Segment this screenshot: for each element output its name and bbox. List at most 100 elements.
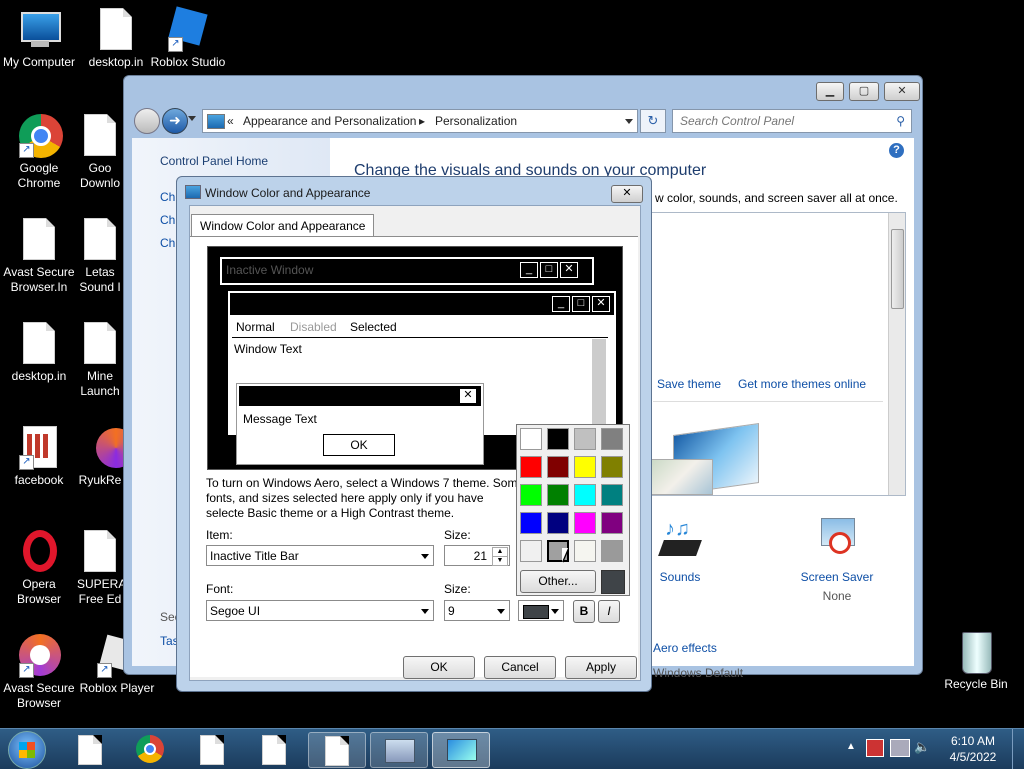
desktop-icon-avast-secure-browser[interactable]: ↗ Avast Secure Browser — [0, 634, 78, 711]
taskbar-file-icon[interactable] — [62, 732, 118, 766]
show-hidden-icons[interactable]: ▲ — [846, 741, 856, 752]
color-swatch[interactable] — [601, 428, 623, 450]
color-swatch[interactable] — [601, 456, 623, 478]
breadcrumb-personalization[interactable]: Personalization — [435, 110, 517, 132]
desktop-icon-letas-sound[interactable]: Letas Sound I — [77, 218, 123, 295]
aero-effects-link[interactable]: Aero effects — [653, 641, 717, 655]
color-swatch[interactable] — [520, 428, 542, 450]
scroll-thumb[interactable] — [891, 229, 904, 309]
preview-menu-selected: Selected — [350, 320, 397, 334]
action-center-icon[interactable] — [866, 739, 884, 757]
desktop-icon-minecraft-launcher[interactable]: Mine Launch — [77, 322, 123, 399]
bold-button[interactable]: B — [573, 600, 595, 623]
volume-icon[interactable]: 🔈 — [914, 739, 930, 755]
clock[interactable]: 6:10 AM 4/5/2022 — [940, 733, 1006, 765]
color-swatch[interactable] — [520, 540, 542, 562]
desktop-icon-avast-secure-browser-in[interactable]: Avast Secure Browser.In — [0, 218, 78, 295]
color-swatch[interactable] — [574, 484, 596, 506]
tab-window-color[interactable]: Window Color and Appearance — [191, 214, 375, 237]
forward-button[interactable]: ➜ — [162, 108, 188, 134]
desktop-icon-ryukre[interactable]: RyukRe — [77, 426, 123, 488]
taskbar-control-panel-icon[interactable] — [370, 732, 428, 768]
desktop-icon-desktop-ini[interactable]: desktop.in — [77, 8, 155, 70]
left-link-3[interactable]: Ch — [160, 236, 175, 250]
maximize-button[interactable]: ▢ — [849, 82, 879, 101]
font-size-select[interactable]: 9 — [444, 600, 510, 621]
search-input[interactable]: Search Control Panel ⚲ — [672, 109, 912, 133]
desktop-icon-label: RyukRe — [78, 473, 122, 487]
desktop-icon-google-chrome[interactable]: ↗ Google Chrome — [0, 114, 78, 191]
control-panel-home-link[interactable]: Control Panel Home — [160, 154, 268, 168]
show-desktop-button[interactable] — [1012, 729, 1024, 769]
color-swatch[interactable] — [601, 540, 623, 562]
taskbar-file-icon-3[interactable] — [246, 732, 302, 766]
save-theme-link[interactable]: Save theme — [657, 377, 721, 391]
taskbar-file-icon-2[interactable] — [184, 732, 240, 766]
back-button[interactable] — [134, 108, 160, 134]
color-swatch[interactable] — [547, 456, 569, 478]
apply-button[interactable]: Apply — [565, 656, 637, 679]
preview-window-text: Window Text — [234, 342, 302, 356]
color-swatch[interactable] — [547, 428, 569, 450]
taskbar-personalization-icon[interactable] — [432, 732, 490, 768]
file-icon — [23, 218, 55, 260]
minimize-button[interactable]: ▁ — [816, 82, 844, 101]
other-color-button[interactable]: Other... — [520, 570, 596, 593]
avast-icon — [78, 426, 123, 470]
item-select[interactable]: Inactive Title Bar — [206, 545, 434, 566]
color-palette-popup: Other... — [516, 424, 630, 596]
close-button[interactable]: ✕ — [884, 82, 920, 101]
color-swatch[interactable] — [547, 512, 569, 534]
stepper-down-icon[interactable]: ▼ — [492, 556, 508, 566]
color-swatch[interactable] — [520, 484, 542, 506]
sounds-setting[interactable]: ♪♫ Sounds — [650, 518, 710, 628]
refresh-button[interactable]: ↻ — [640, 109, 666, 133]
italic-button[interactable]: I — [598, 600, 620, 623]
color-swatch[interactable] — [574, 456, 596, 478]
dialog-close-button[interactable]: ✕ — [611, 185, 643, 203]
screen-saver-setting[interactable]: Screen Saver None — [792, 518, 882, 628]
left-link-1[interactable]: Ch — [160, 190, 175, 204]
desktop-icon-desktop-ini-2[interactable]: desktop.in — [0, 322, 78, 384]
taskbar-chrome-icon[interactable] — [122, 732, 178, 766]
desktop-icon-facebook[interactable]: ↗ facebook — [0, 426, 78, 488]
left-link-2[interactable]: Ch — [160, 213, 175, 227]
color-swatch[interactable] — [520, 512, 542, 534]
desktop-icon-label: desktop.in — [11, 369, 67, 383]
network-icon[interactable] — [890, 739, 910, 757]
recent-pages-dropdown[interactable] — [188, 116, 196, 121]
desktop-icon-label: Avast Secure Browser — [3, 681, 75, 710]
color-swatch[interactable] — [574, 428, 596, 450]
font-select[interactable]: Segoe UI — [206, 600, 434, 621]
cancel-button[interactable]: Cancel — [484, 656, 556, 679]
themes-scrollbar[interactable] — [888, 213, 905, 495]
color-swatch[interactable] — [601, 484, 623, 506]
desktop-icon-google-download[interactable]: Goo Downlo — [77, 114, 123, 191]
address-dropdown[interactable] — [625, 119, 633, 124]
desktop-icon-recycle-bin[interactable]: Recycle Bin — [936, 630, 1016, 692]
taskbar-file-icon-4[interactable] — [308, 732, 366, 768]
desktop-icon-supera-free[interactable]: SUPERA Free Ed — [77, 530, 123, 607]
file-icon — [100, 8, 132, 50]
item-size-label: Size: — [444, 528, 471, 542]
desktop-icon-my-computer[interactable]: My Computer — [0, 8, 78, 70]
desktop-icon-roblox-studio[interactable]: ↗ Roblox Studio — [148, 6, 228, 70]
color-swatch[interactable] — [574, 540, 596, 562]
address-bar[interactable]: « Appearance and Personalization ▸ Perso… — [202, 109, 638, 133]
color-swatch[interactable] — [520, 456, 542, 478]
color-swatch[interactable] — [574, 512, 596, 534]
item-size-stepper[interactable]: 21 ▲ ▼ — [444, 545, 510, 566]
color-swatch[interactable] — [601, 512, 623, 534]
help-icon[interactable]: ? — [889, 143, 904, 158]
color-swatch[interactable] — [547, 484, 569, 506]
get-more-themes-link[interactable]: Get more themes online — [738, 377, 866, 391]
breadcrumb-appearance[interactable]: Appearance and Personalization — [243, 110, 416, 132]
breadcrumb-overflow[interactable]: « — [227, 110, 234, 132]
ok-button[interactable]: OK — [403, 656, 475, 679]
theme-thumbnail-2-icon[interactable] — [649, 459, 713, 495]
taskbar: ▲ 🔈 6:10 AM 4/5/2022 — [0, 728, 1024, 769]
desktop-icon-opera-browser[interactable]: Opera Browser — [0, 530, 78, 607]
font-color-button[interactable] — [518, 600, 564, 621]
start-button[interactable] — [8, 731, 46, 769]
current-color-swatch — [601, 570, 625, 594]
